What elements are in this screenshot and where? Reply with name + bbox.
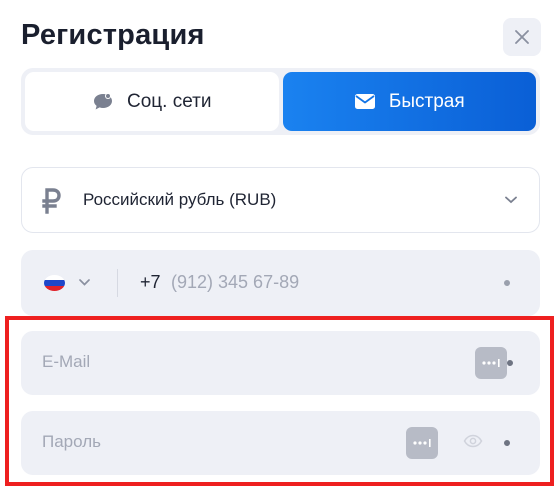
phone-field[interactable]: +7 (912) 345 67-89 [21,250,540,316]
status-dot [504,280,510,286]
tab-social[interactable]: Соц. сети [25,72,279,131]
status-dot [507,360,513,366]
country-flag-icon[interactable] [44,275,65,291]
ruble-icon [42,188,61,214]
eye-icon[interactable] [463,434,483,448]
chevron-down-icon[interactable] [79,279,90,286]
currency-select[interactable]: Российский рубль (RUB) [21,167,540,233]
password-input[interactable]: Пароль [42,432,101,452]
envelope-icon [354,94,375,109]
status-dot [504,440,510,446]
registration-tabs: Соц. сети Быстрая [21,68,540,135]
close-icon [515,30,529,44]
tab-quick-label: Быстрая [388,90,465,112]
currency-label: Российский рубль (RUB) [83,190,277,209]
tab-social-label: Соц. сети [127,90,212,112]
password-manager-icon[interactable] [406,427,438,459]
tab-quick[interactable]: Быстрая [282,72,536,131]
dots-icon [482,359,500,367]
phone-divider [117,269,118,297]
email-field[interactable]: E-Mail [21,331,540,395]
page-title: Регистрация [21,19,205,51]
close-button[interactable] [503,18,541,56]
password-manager-icon[interactable] [475,347,507,379]
phone-input[interactable]: (912) 345 67-89 [171,272,299,293]
chevron-down-icon [505,196,517,204]
dots-icon [413,439,431,447]
chat-bubble-icon [94,92,112,109]
email-input[interactable]: E-Mail [42,352,90,372]
phone-country-code: +7 [140,272,161,292]
password-field[interactable]: Пароль [21,411,540,475]
